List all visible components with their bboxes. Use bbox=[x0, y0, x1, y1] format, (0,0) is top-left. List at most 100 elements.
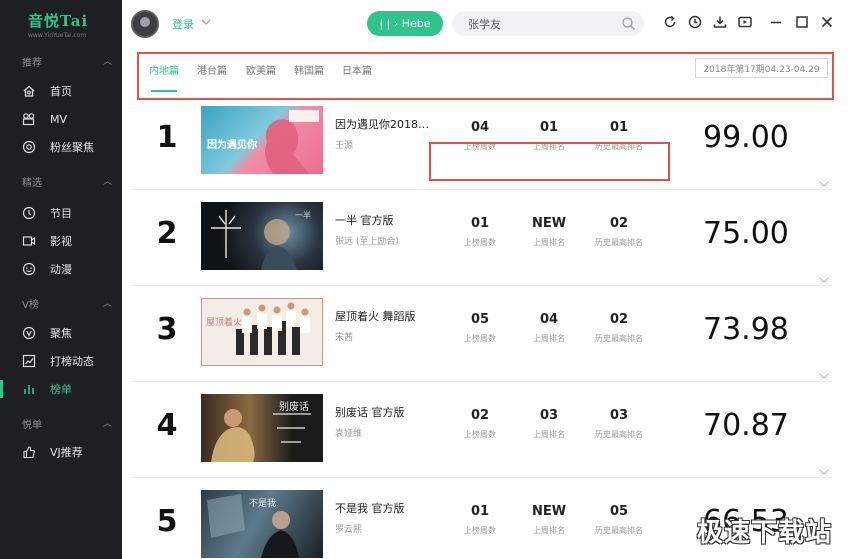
sidebar-item-label: 影视 bbox=[50, 235, 72, 248]
sidebar-item-label: MV bbox=[50, 112, 68, 126]
stat-label: 上周排名 bbox=[533, 334, 565, 343]
stat-value: 04 bbox=[470, 120, 490, 135]
search-icon[interactable] bbox=[621, 16, 636, 31]
minimize-icon[interactable] bbox=[768, 14, 784, 30]
stat-best: 02 历史最高排名 bbox=[584, 312, 654, 344]
tab-korea[interactable]: 韩国篇 bbox=[294, 62, 324, 77]
stat-value: 01 bbox=[539, 120, 559, 135]
stat-value: 02 bbox=[609, 216, 629, 231]
chart-row[interactable]: 3 屋顶着火 屋顶着火 舞蹈版 宋茜 05 上榜周数 04 上周排名 02 历史最高排… bbox=[131, 286, 832, 382]
sidebar-item-label: 榜单 bbox=[50, 383, 72, 396]
song-title[interactable]: 不是我 官方版 bbox=[335, 500, 431, 516]
stat-value: 05 bbox=[470, 312, 490, 327]
stat-last-week: NEW 上周排名 bbox=[514, 504, 584, 536]
artist-name[interactable]: 袁娅维 bbox=[335, 426, 362, 439]
tab-western[interactable]: 欧美篇 bbox=[246, 62, 276, 77]
stat-best: 05 历史最高排名 bbox=[584, 504, 654, 536]
week-selector[interactable]: 2018年第17期04.23-04.29 bbox=[695, 58, 828, 78]
tab-hk-tw[interactable]: 港台篇 bbox=[197, 62, 227, 77]
sidebar-item-label: 打榜动态 bbox=[50, 355, 94, 368]
song-title[interactable]: 屋顶着火 舞蹈版 bbox=[335, 308, 431, 324]
mv-cover-image[interactable]: 不是我 bbox=[201, 490, 323, 558]
stat-value: 01 bbox=[470, 216, 490, 231]
login-link[interactable]: 登录 bbox=[172, 16, 194, 32]
chevron-down-icon[interactable] bbox=[818, 462, 830, 475]
rank-number: 5 bbox=[156, 504, 178, 539]
refresh-icon[interactable] bbox=[662, 14, 678, 30]
mini-player-icon[interactable] bbox=[737, 14, 753, 30]
history-clock-icon[interactable] bbox=[687, 14, 703, 30]
sidebar-section-vchart[interactable]: V榜 ︿ bbox=[0, 296, 122, 312]
cover-text: 一半 bbox=[295, 211, 311, 220]
sidebar-item-mv[interactable]: MV bbox=[0, 108, 122, 130]
stat-best: 03 历史最高排名 bbox=[584, 408, 654, 440]
avatar[interactable] bbox=[131, 10, 159, 38]
active-tab-underline bbox=[151, 90, 177, 92]
cover-text: 因为遇见你 bbox=[207, 140, 257, 151]
mv-cover-image[interactable]: 因为遇见你 bbox=[201, 106, 323, 174]
search-input[interactable] bbox=[468, 15, 618, 32]
stat-label: 上榜周数 bbox=[464, 526, 496, 535]
chevron-down-icon[interactable] bbox=[818, 174, 830, 187]
sidebar-item-vj-recommend[interactable]: VJ推荐 bbox=[0, 441, 122, 463]
chevron-down-icon[interactable] bbox=[200, 13, 212, 25]
sidebar-item-anime[interactable]: 动漫 bbox=[0, 258, 122, 280]
sidebar-item-film[interactable]: 影视 bbox=[0, 230, 122, 252]
sidebar: 音悦Tai www.YinYueTai.com 推荐 ︿ 首页 MV 粉丝聚焦 … bbox=[0, 0, 122, 559]
artist-name[interactable]: 宋茜 bbox=[335, 330, 353, 343]
chevron-up-icon[interactable]: ︿ bbox=[103, 174, 112, 187]
sidebar-section-playlist[interactable]: 悦单 ︿ bbox=[0, 416, 122, 432]
artist-name[interactable]: 罗云熙 bbox=[335, 522, 362, 535]
stat-value: NEW bbox=[531, 216, 567, 231]
sidebar-item-v-focus[interactable]: 聚焦 bbox=[0, 322, 122, 344]
rank-number: 1 bbox=[156, 120, 178, 155]
sidebar-item-label: 节目 bbox=[50, 207, 72, 220]
stat-label: 历史最高排名 bbox=[595, 238, 643, 247]
stat-label: 历史最高排名 bbox=[595, 526, 643, 535]
song-title[interactable]: 因为遇见你2018… bbox=[335, 116, 431, 132]
stat-last-week: 03 上周排名 bbox=[514, 408, 584, 440]
score: 70.87 bbox=[703, 408, 789, 443]
chart-row[interactable]: 2 一半 一半 官方版 张远 (至上励合) 01 上榜周数 NEW 上周排名 02 历… bbox=[131, 190, 832, 286]
stat-last-week: NEW 上周排名 bbox=[514, 216, 584, 248]
sidebar-item-home[interactable]: 首页 bbox=[0, 80, 122, 102]
stat-label: 上榜周数 bbox=[464, 238, 496, 247]
tab-japan[interactable]: 日本篇 bbox=[342, 62, 372, 77]
stat-weeks: 02 上榜周数 bbox=[445, 408, 515, 440]
song-title[interactable]: 别废话 官方版 bbox=[335, 404, 431, 420]
mv-cover-image[interactable]: 屋顶着火 bbox=[201, 298, 323, 366]
chevron-up-icon[interactable]: ︿ bbox=[103, 296, 112, 309]
app-logo[interactable]: 音悦Tai www.YinYueTai.com bbox=[28, 10, 98, 40]
chevron-down-icon[interactable] bbox=[818, 366, 830, 379]
stat-value: 05 bbox=[609, 504, 629, 519]
maximize-icon[interactable] bbox=[794, 14, 810, 30]
region-tabs: 内地篇 港台篇 欧美篇 韩国篇 日本篇 2018年第17期04.23-04.29 bbox=[137, 52, 834, 100]
artist-name[interactable]: 王源 bbox=[335, 138, 353, 151]
sidebar-section-recommend[interactable]: 推荐 ︿ bbox=[0, 54, 122, 70]
artist-name[interactable]: 张远 (至上励合) bbox=[335, 234, 399, 247]
highlight-annotation-box bbox=[429, 142, 670, 181]
mv-cover-image[interactable]: 别废话 bbox=[201, 394, 323, 462]
sidebar-item-chart[interactable]: 榜单 bbox=[0, 378, 122, 400]
sidebar-item-trend[interactable]: 打榜动态 bbox=[0, 350, 122, 372]
sidebar-item-program[interactable]: 节目 bbox=[0, 202, 122, 224]
download-icon[interactable] bbox=[712, 14, 728, 30]
sidebar-section-featured[interactable]: 精选 ︿ bbox=[0, 174, 122, 190]
mv-cover-image[interactable]: 一半 bbox=[201, 202, 323, 270]
sidebar-item-label: 动漫 bbox=[50, 263, 72, 276]
stat-value: 02 bbox=[470, 408, 490, 423]
song-title[interactable]: 一半 官方版 bbox=[335, 212, 431, 228]
sidebar-item-fan-focus[interactable]: 粉丝聚焦 bbox=[0, 136, 122, 158]
now-playing-button[interactable]: | | › Hebe bbox=[367, 11, 443, 36]
chart-row[interactable]: 4 别废话 别废话 官方版 袁娅维 02 上榜周数 03 上周排名 03 历史最高排名… bbox=[131, 382, 832, 478]
close-icon[interactable] bbox=[819, 14, 835, 30]
stat-label: 上周排名 bbox=[533, 238, 565, 247]
stat-last-week: 04 上周排名 bbox=[514, 312, 584, 344]
tab-mainland[interactable]: 内地篇 bbox=[149, 62, 179, 77]
chevron-up-icon[interactable]: ︿ bbox=[103, 54, 112, 67]
chevron-down-icon[interactable] bbox=[818, 270, 830, 283]
stat-weeks: 05 上榜周数 bbox=[445, 312, 515, 344]
chevron-up-icon[interactable]: ︿ bbox=[103, 416, 112, 429]
stat-value: 03 bbox=[609, 408, 629, 423]
chart-bars-icon bbox=[22, 382, 36, 396]
